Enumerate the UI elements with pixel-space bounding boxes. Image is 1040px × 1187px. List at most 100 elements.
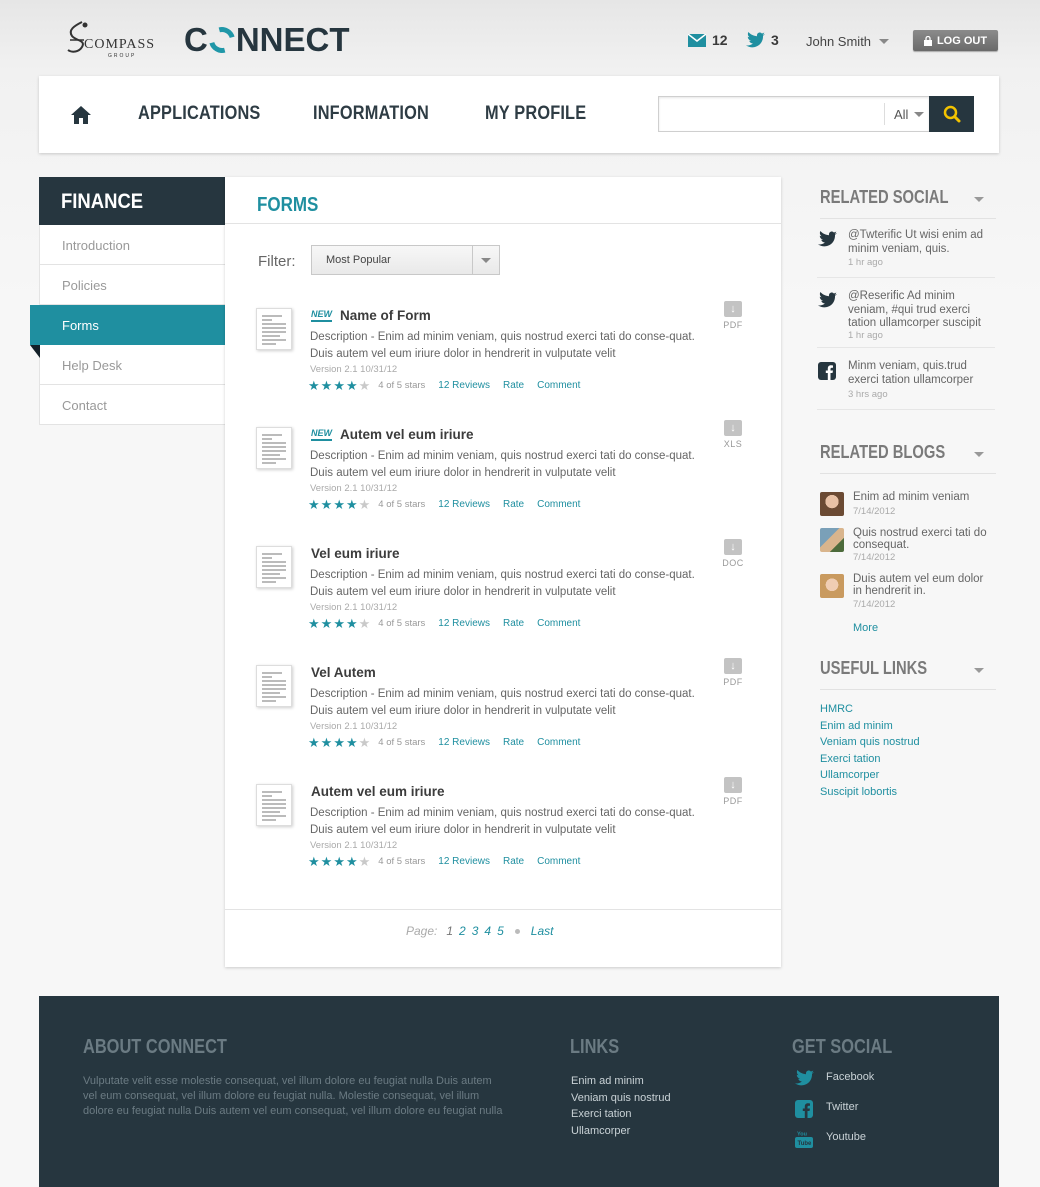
document-thumbnail-icon[interactable] bbox=[256, 308, 292, 350]
social-post[interactable]: @Twterific Ut wisi enim ad minim veniam,… bbox=[817, 229, 995, 278]
star-icon: ★ bbox=[308, 497, 320, 512]
useful-link[interactable]: HMRC bbox=[820, 701, 920, 718]
download-button[interactable]: ↓ PDF bbox=[721, 658, 745, 687]
form-title[interactable]: Vel eum iriure bbox=[311, 546, 400, 561]
page-current: 1 bbox=[446, 924, 454, 938]
file-type: PDF bbox=[723, 796, 743, 806]
compass-group-logo[interactable]: COMPASS GROUP bbox=[64, 20, 164, 60]
nav-my-profile[interactable]: MY PROFILE bbox=[485, 103, 586, 125]
comment-link[interactable]: Comment bbox=[537, 856, 580, 867]
download-button[interactable]: ↓ XLS bbox=[721, 420, 745, 449]
footer-link[interactable]: Veniam quis nostrud bbox=[571, 1090, 671, 1107]
footer-social-label: Twitter bbox=[826, 1101, 859, 1113]
footer-social-title-text: GET SOCIAL bbox=[792, 1036, 893, 1058]
useful-link[interactable]: Suscipit lobortis bbox=[820, 784, 920, 801]
reviews-link[interactable]: 12 Reviews bbox=[438, 618, 490, 629]
footer-link[interactable]: Ullamcorper bbox=[571, 1123, 671, 1140]
form-description: Description - Enim ad minim veniam, quis… bbox=[310, 569, 695, 598]
form-title[interactable]: Vel Autem bbox=[311, 665, 376, 680]
search-field[interactable]: All bbox=[658, 96, 930, 132]
form-meta: ★ ★ ★ ★ ★ 4 of 5 stars 12 Reviews Rate Comment bbox=[308, 617, 593, 630]
search-divider bbox=[884, 103, 885, 125]
document-thumbnail-icon[interactable] bbox=[256, 665, 292, 707]
footer-about-title: ABOUT CONNECT bbox=[83, 1036, 259, 1059]
rate-link[interactable]: Rate bbox=[503, 737, 524, 748]
useful-links-header[interactable]: USEFUL LINKS bbox=[820, 658, 996, 690]
sidebar-item-help-desk[interactable]: Help Desk bbox=[40, 345, 225, 385]
tweets-indicator[interactable]: 3 bbox=[745, 32, 779, 48]
comment-link[interactable]: Comment bbox=[537, 380, 580, 391]
useful-link[interactable]: Veniam quis nostrud bbox=[820, 734, 920, 751]
messages-indicator[interactable]: 12 bbox=[688, 32, 728, 48]
sidebar-item-introduction[interactable]: Introduction bbox=[40, 225, 225, 265]
reviews-link[interactable]: 12 Reviews bbox=[438, 499, 490, 510]
nav-information[interactable]: INFORMATION bbox=[313, 103, 429, 125]
home-icon[interactable] bbox=[70, 104, 92, 126]
footer-link[interactable]: Enim ad minim bbox=[571, 1073, 671, 1090]
page-link[interactable]: 3 bbox=[472, 924, 479, 938]
form-description: Description - Enim ad minim veniam, quis… bbox=[310, 450, 695, 479]
rate-link[interactable]: Rate bbox=[503, 856, 524, 867]
search-input[interactable] bbox=[667, 105, 877, 125]
star-rating: ★ ★ ★ ★ ★ bbox=[308, 498, 370, 511]
tweets-count: 3 bbox=[771, 32, 779, 48]
related-social-header[interactable]: RELATED SOCIAL bbox=[820, 187, 996, 219]
download-button[interactable]: ↓ PDF bbox=[721, 777, 745, 806]
rate-link[interactable]: Rate bbox=[503, 380, 524, 391]
useful-link[interactable]: Exerci tation bbox=[820, 751, 920, 768]
logout-label: LOG OUT bbox=[936, 34, 988, 47]
form-title[interactable]: NEW Name of Form bbox=[311, 308, 431, 323]
comment-link[interactable]: Comment bbox=[537, 737, 580, 748]
rating-text: 4 of 5 stars bbox=[378, 499, 426, 510]
logout-button[interactable]: LOG OUT bbox=[913, 30, 998, 51]
download-button[interactable]: ↓ PDF bbox=[721, 301, 745, 330]
comment-link[interactable]: Comment bbox=[537, 499, 580, 510]
filter-select[interactable]: Most Popular bbox=[311, 245, 500, 275]
useful-link[interactable]: Ullamcorper bbox=[820, 767, 920, 784]
download-arrow-icon: ↓ bbox=[724, 658, 742, 674]
sidebar-item-policies[interactable]: Policies bbox=[40, 265, 225, 305]
download-button[interactable]: ↓ DOC bbox=[721, 539, 745, 568]
rate-link[interactable]: Rate bbox=[503, 618, 524, 629]
comment-link[interactable]: Comment bbox=[537, 618, 580, 629]
search-scope-select[interactable]: All bbox=[894, 107, 925, 122]
page-link[interactable]: 2 bbox=[459, 924, 466, 938]
social-post[interactable]: Minm veniam, quis.trud exerci tation ull… bbox=[817, 360, 995, 410]
related-blogs-header[interactable]: RELATED BLOGS bbox=[820, 442, 996, 474]
page-link[interactable]: 5 bbox=[497, 924, 504, 938]
rate-link[interactable]: Rate bbox=[503, 499, 524, 510]
useful-link[interactable]: Enim ad minim bbox=[820, 718, 920, 735]
user-name: John Smith bbox=[806, 34, 872, 49]
nav-applications[interactable]: APPLICATIONS bbox=[138, 103, 261, 125]
filter-dropdown-button[interactable] bbox=[472, 246, 499, 274]
user-menu[interactable]: John Smith bbox=[806, 34, 890, 49]
page-link[interactable]: 4 bbox=[484, 924, 491, 938]
form-description: Description - Enim ad minim veniam, quis… bbox=[310, 807, 695, 836]
blog-post[interactable]: Quis nostrud exerci tati do consequat. 7/… bbox=[820, 527, 996, 569]
sidebar-item-forms[interactable]: Forms bbox=[30, 305, 226, 358]
form-title[interactable]: Autem vel eum iriure bbox=[311, 784, 445, 799]
chevron-down-icon bbox=[974, 452, 984, 457]
star-icon: ★ bbox=[333, 854, 345, 869]
search-button[interactable] bbox=[929, 96, 974, 132]
social-post[interactable]: @Reserific Ad minim veniam, #qui trud ex… bbox=[817, 290, 995, 348]
form-title[interactable]: NEW Autem vel eum iriure bbox=[311, 427, 474, 442]
reviews-link[interactable]: 12 Reviews bbox=[438, 737, 490, 748]
useful-links-list: HMRC Enim ad minim Veniam quis nostrud E… bbox=[820, 701, 920, 800]
page-last-link[interactable]: Last bbox=[531, 924, 554, 938]
sidebar-item-contact[interactable]: Contact bbox=[40, 385, 225, 425]
star-icon: ★ bbox=[320, 735, 333, 750]
blog-post[interactable]: Duis autem vel eum dolor in hendrerit in… bbox=[820, 573, 996, 615]
footer-link[interactable]: Exerci tation bbox=[571, 1106, 671, 1123]
twitter-icon bbox=[818, 231, 837, 247]
reviews-link[interactable]: 12 Reviews bbox=[438, 380, 490, 391]
blogs-more-link[interactable]: More bbox=[853, 622, 878, 634]
svg-text:You: You bbox=[797, 1132, 807, 1138]
document-thumbnail-icon[interactable] bbox=[256, 427, 292, 469]
document-thumbnail-icon[interactable] bbox=[256, 546, 292, 588]
connect-logo[interactable]: C NNECT bbox=[184, 21, 350, 59]
form-description: Description - Enim ad minim veniam, quis… bbox=[310, 331, 695, 360]
document-thumbnail-icon[interactable] bbox=[256, 784, 292, 826]
reviews-link[interactable]: 12 Reviews bbox=[438, 856, 490, 867]
star-icon: ★ bbox=[345, 616, 358, 631]
